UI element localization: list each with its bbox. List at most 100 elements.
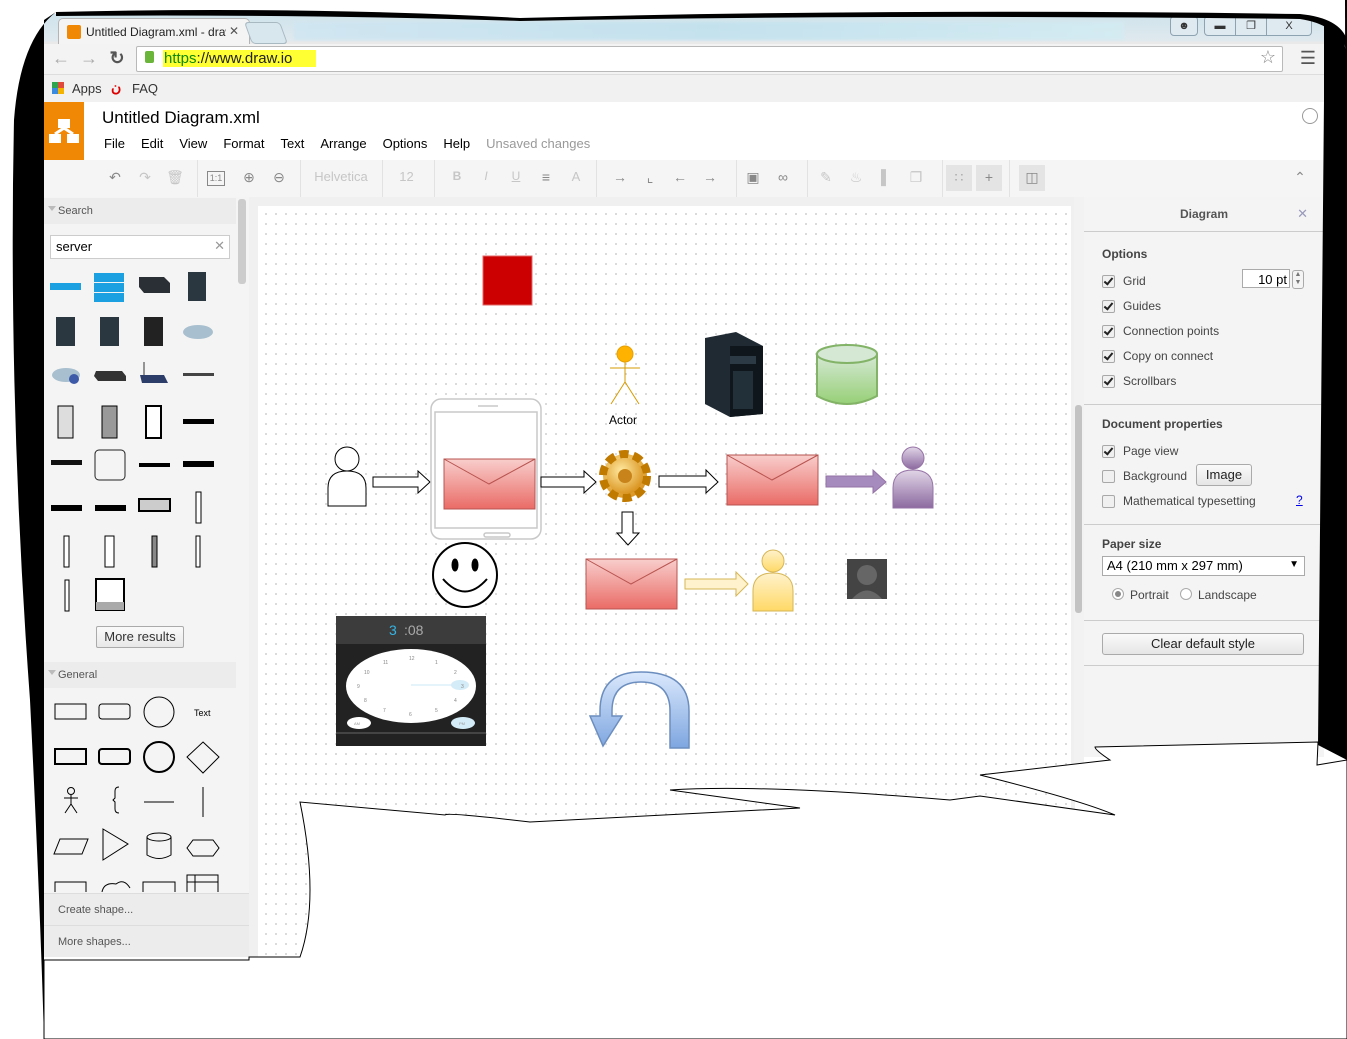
image-icon[interactable]: ▣ — [743, 169, 763, 186]
arrow-gear-down[interactable] — [615, 511, 641, 546]
wireless-router-shape-result[interactable] — [140, 362, 168, 383]
copy-on-connect-option[interactable]: Copy on connect — [1102, 348, 1213, 364]
diagram-canvas[interactable]: Actor 3:08 12 1 2 3 4 5 6 7 8 9 10 11 A… — [258, 206, 1071, 966]
cylinder-shape[interactable] — [146, 832, 172, 859]
portrait-radio[interactable]: Portrait — [1112, 588, 1169, 602]
background-checkbox[interactable] — [1102, 469, 1115, 483]
canvas-vertical-scrollbar[interactable] — [1074, 197, 1084, 777]
math-typesetting-option[interactable]: Mathematical typesetting — [1102, 493, 1256, 509]
undo-icon[interactable]: ↶ — [105, 169, 125, 186]
forward-icon[interactable]: → — [78, 48, 100, 69]
font-family-select[interactable]: Helvetica — [306, 169, 376, 184]
clear-search-icon[interactable]: ✕ — [214, 238, 225, 254]
bold-icon[interactable]: B — [447, 169, 467, 183]
envelope-2[interactable] — [726, 454, 819, 506]
more-shapes-link[interactable]: More shapes... — [44, 925, 249, 957]
rectangle-shape[interactable] — [54, 703, 87, 720]
browser-tab-active[interactable]: Untitled Diagram.xml - draw.io ✕ — [58, 18, 250, 45]
connection-points-option[interactable]: Connection points — [1102, 323, 1219, 339]
font-color-icon[interactable]: A — [566, 169, 586, 184]
menu-options[interactable]: Options — [383, 136, 428, 151]
grid-option[interactable]: Grid — [1102, 273, 1146, 289]
gradient-icon[interactable]: ▌ — [876, 169, 896, 185]
purple-arrow[interactable] — [825, 468, 887, 495]
drawio-logo-icon[interactable] — [44, 102, 84, 160]
hexagon-shape[interactable] — [186, 839, 220, 857]
sidebar-scrollbar[interactable] — [238, 199, 246, 284]
rack-unit-shape-result[interactable] — [139, 463, 170, 467]
process-shape[interactable] — [54, 881, 87, 892]
close-icon[interactable]: X — [1267, 16, 1312, 36]
menu-help[interactable]: Help — [443, 136, 470, 151]
pc-tower-shape-result[interactable] — [145, 405, 162, 439]
arrow-gear-to-envelope[interactable] — [658, 468, 719, 495]
blade-shape-result[interactable] — [104, 535, 115, 568]
background-tabs[interactable] — [294, 22, 1124, 40]
parallelogram-shape[interactable] — [53, 838, 89, 855]
landscape-radio[interactable]: Landscape — [1180, 588, 1257, 602]
page-view-option[interactable]: Page view — [1102, 443, 1178, 459]
arrow-end-icon[interactable]: → — [700, 169, 720, 185]
grid-size-stepper[interactable]: ▲ ▼ — [1292, 270, 1304, 289]
cloud-server-shape-result[interactable] — [183, 325, 213, 339]
menu-arrange[interactable]: Arrange — [320, 136, 366, 151]
italic-icon[interactable]: I — [476, 169, 496, 183]
blade-shape-result[interactable] — [63, 535, 70, 568]
guides-option[interactable]: Guides — [1102, 298, 1161, 314]
pc-tower-shape-result[interactable] — [57, 405, 74, 439]
dark-avatar[interactable] — [847, 559, 887, 599]
scrollbars-checkbox[interactable] — [1102, 374, 1115, 388]
menu-view[interactable]: View — [179, 136, 207, 151]
math-typesetting-checkbox[interactable] — [1102, 494, 1115, 508]
create-shape-link[interactable]: Create shape... — [44, 893, 249, 925]
server-box-shape-result[interactable] — [139, 277, 170, 293]
thick-rounded-rectangle-shape[interactable] — [98, 748, 131, 765]
address-bar[interactable]: https://www.draw.io ☆ — [136, 46, 1283, 72]
unsaved-status[interactable]: Unsaved changes — [486, 136, 590, 151]
clear-default-style-button[interactable]: Clear default style — [1102, 633, 1304, 655]
scrollbar-thumb[interactable] — [1075, 405, 1082, 613]
double-ellipse-shape[interactable] — [143, 741, 175, 773]
thick-rectangle-shape[interactable] — [54, 748, 87, 765]
connection-points-checkbox[interactable] — [1102, 324, 1115, 338]
yellow-arrow[interactable] — [684, 570, 749, 598]
grid-checkbox[interactable] — [1102, 274, 1115, 288]
back-icon[interactable]: ← — [50, 48, 72, 69]
blade-chassis-shape-result[interactable] — [95, 578, 125, 611]
text-shape[interactable]: Text — [194, 708, 211, 718]
server-tower[interactable] — [705, 332, 763, 417]
envelope-3[interactable] — [585, 558, 678, 610]
copy-on-connect-checkbox[interactable] — [1102, 349, 1115, 363]
rounded-rect-shape-result[interactable] — [94, 449, 126, 481]
secure-cloud-shape-result[interactable] — [52, 368, 80, 384]
rack-unit-shape-result[interactable] — [138, 498, 171, 512]
gear-icon[interactable] — [599, 450, 651, 502]
pc-tower-shape-result[interactable] — [101, 405, 118, 439]
underline-icon[interactable]: U — [506, 169, 526, 183]
shape-search-input[interactable]: server ✕ — [50, 235, 230, 259]
document-title[interactable]: Untitled Diagram.xml — [102, 108, 260, 128]
line-color-icon[interactable]: ✎ — [816, 169, 836, 186]
menu-format[interactable]: Format — [223, 136, 264, 151]
collapse-chevron-icon[interactable]: ⌃ — [1290, 169, 1310, 186]
table-shape[interactable] — [186, 874, 219, 892]
user-icon-outline[interactable] — [327, 446, 367, 507]
blade-shape-result[interactable] — [151, 535, 158, 568]
diamond-shape[interactable] — [186, 741, 220, 774]
rack-unit-shape-result[interactable] — [183, 419, 214, 424]
paper-size-select[interactable]: A4 (210 mm x 297 mm) ▼ — [1102, 556, 1305, 576]
menu-edit[interactable]: Edit — [141, 136, 163, 151]
math-help-link[interactable]: ? — [1296, 493, 1303, 507]
shadow-icon[interactable]: ❐ — [906, 169, 926, 186]
align-icon[interactable]: ≡ — [536, 169, 556, 185]
cloud-shape[interactable] — [101, 881, 131, 892]
server-rack-shape-result[interactable] — [56, 317, 75, 346]
server-tower-shape-result[interactable] — [188, 272, 206, 301]
rack-unit-shape-result[interactable] — [183, 373, 214, 376]
redo-icon[interactable]: ↷ — [135, 169, 155, 186]
curly-bracket-shape[interactable] — [112, 786, 120, 814]
database-cylinder[interactable] — [816, 344, 878, 405]
server-rack-blue-shape-result[interactable] — [94, 273, 124, 302]
u-turn-arrow[interactable] — [588, 671, 690, 749]
blade-shape-result[interactable] — [195, 535, 201, 568]
